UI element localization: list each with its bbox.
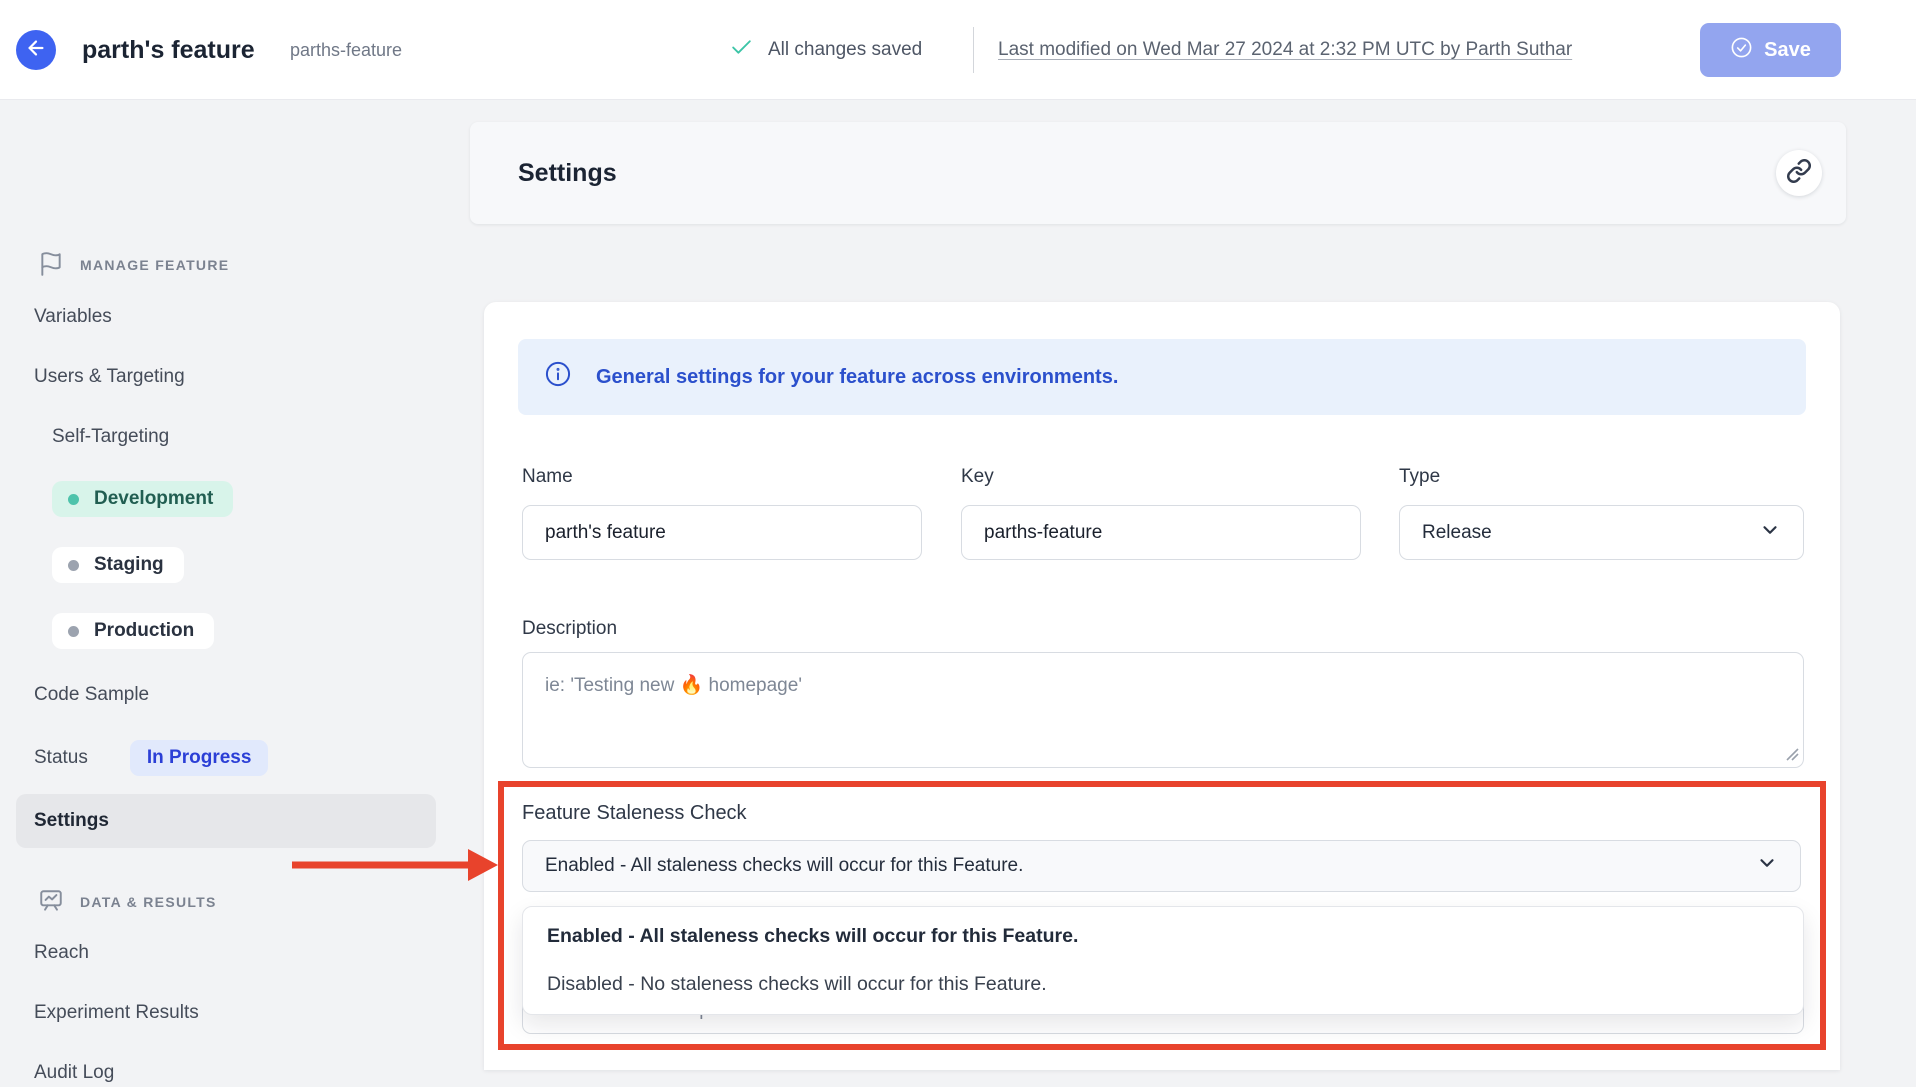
key-label: Key	[961, 466, 994, 488]
status-badge: In Progress	[130, 740, 269, 776]
sidebar-item-audit-log[interactable]: Audit Log	[34, 1059, 114, 1087]
sidebar-env-development[interactable]: Development	[52, 481, 233, 517]
staleness-select-value: Enabled - All staleness checks will occu…	[545, 855, 1023, 877]
staleness-option-enabled[interactable]: Enabled - All staleness checks will occu…	[523, 915, 1803, 959]
staleness-label: Feature Staleness Check	[522, 802, 747, 825]
share-link-button[interactable]	[1776, 150, 1822, 196]
env-dot-icon	[68, 494, 79, 505]
env-dot-icon	[68, 560, 79, 571]
settings-form-card: General settings for your feature across…	[484, 302, 1840, 1070]
sidebar: MANAGE FEATURE Variables Users & Targeti…	[0, 100, 470, 1070]
type-select-value: Release	[1422, 522, 1492, 544]
type-select[interactable]: Release	[1399, 505, 1804, 560]
sidebar-env-production[interactable]: Production	[52, 613, 214, 649]
sidebar-item-settings[interactable]: Settings	[16, 794, 436, 848]
env-dot-icon	[68, 626, 79, 637]
key-input[interactable]	[961, 505, 1361, 560]
app: { "header": { "title": "parth's feature"…	[0, 0, 1916, 1070]
description-label: Description	[522, 618, 617, 640]
feature-title: parth's feature	[82, 0, 255, 100]
top-header: parth's feature parths-feature All chang…	[0, 0, 1916, 100]
sidebar-section-manage-feature: MANAGE FEATURE	[38, 250, 229, 280]
status-label: Status	[34, 747, 88, 769]
env-label: Production	[94, 620, 194, 642]
sidebar-item-reach[interactable]: Reach	[34, 939, 89, 967]
info-banner-text: General settings for your feature across…	[596, 366, 1118, 389]
save-button-label: Save	[1764, 39, 1811, 62]
sidebar-item-label: Settings	[34, 794, 109, 848]
info-icon	[544, 360, 572, 394]
sidebar-item-users-targeting[interactable]: Users & Targeting	[34, 363, 185, 391]
back-button[interactable]	[16, 30, 56, 70]
sidebar-item-self-targeting[interactable]: Self-Targeting	[52, 423, 169, 451]
sidebar-section-data-results: DATA & RESULTS	[38, 887, 217, 917]
presentation-chart-icon	[38, 888, 64, 917]
staleness-option-disabled[interactable]: Disabled - No staleness checks will occu…	[523, 962, 1803, 1006]
feature-key: parths-feature	[290, 0, 402, 100]
env-label: Staging	[94, 554, 164, 576]
type-label: Type	[1399, 466, 1440, 488]
save-button[interactable]: Save	[1700, 23, 1841, 77]
last-modified-link[interactable]: Last modified on Wed Mar 27 2024 at 2:32…	[998, 0, 1572, 100]
staleness-select[interactable]: Enabled - All staleness checks will occu…	[522, 840, 1801, 892]
flag-icon	[38, 251, 64, 280]
settings-header-card: Settings	[470, 122, 1846, 224]
page-title: Settings	[518, 122, 617, 224]
check-circle-icon	[1730, 36, 1753, 65]
description-textarea[interactable]	[522, 652, 1804, 768]
sidebar-env-staging[interactable]: Staging	[52, 547, 184, 583]
staleness-dropdown-menu: Enabled - All staleness checks will occu…	[522, 906, 1804, 1015]
save-status: All changes saved	[729, 0, 922, 100]
link-icon	[1786, 158, 1812, 189]
chevron-down-icon	[1756, 852, 1778, 880]
sidebar-section-label: MANAGE FEATURE	[80, 257, 229, 273]
sidebar-item-code-sample[interactable]: Code Sample	[34, 681, 149, 709]
sidebar-section-label: DATA & RESULTS	[80, 894, 217, 910]
env-label: Development	[94, 488, 213, 510]
arrow-left-icon	[25, 37, 47, 64]
chevron-down-icon	[1759, 519, 1781, 547]
sidebar-item-experiment-results[interactable]: Experiment Results	[34, 999, 199, 1027]
name-input[interactable]	[522, 505, 922, 560]
info-banner: General settings for your feature across…	[518, 339, 1806, 415]
check-icon	[729, 35, 754, 65]
sidebar-status-row: Status In Progress	[34, 740, 268, 776]
header-divider	[973, 27, 974, 73]
name-label: Name	[522, 466, 573, 488]
sidebar-item-variables[interactable]: Variables	[34, 303, 112, 331]
save-status-text: All changes saved	[768, 39, 922, 61]
